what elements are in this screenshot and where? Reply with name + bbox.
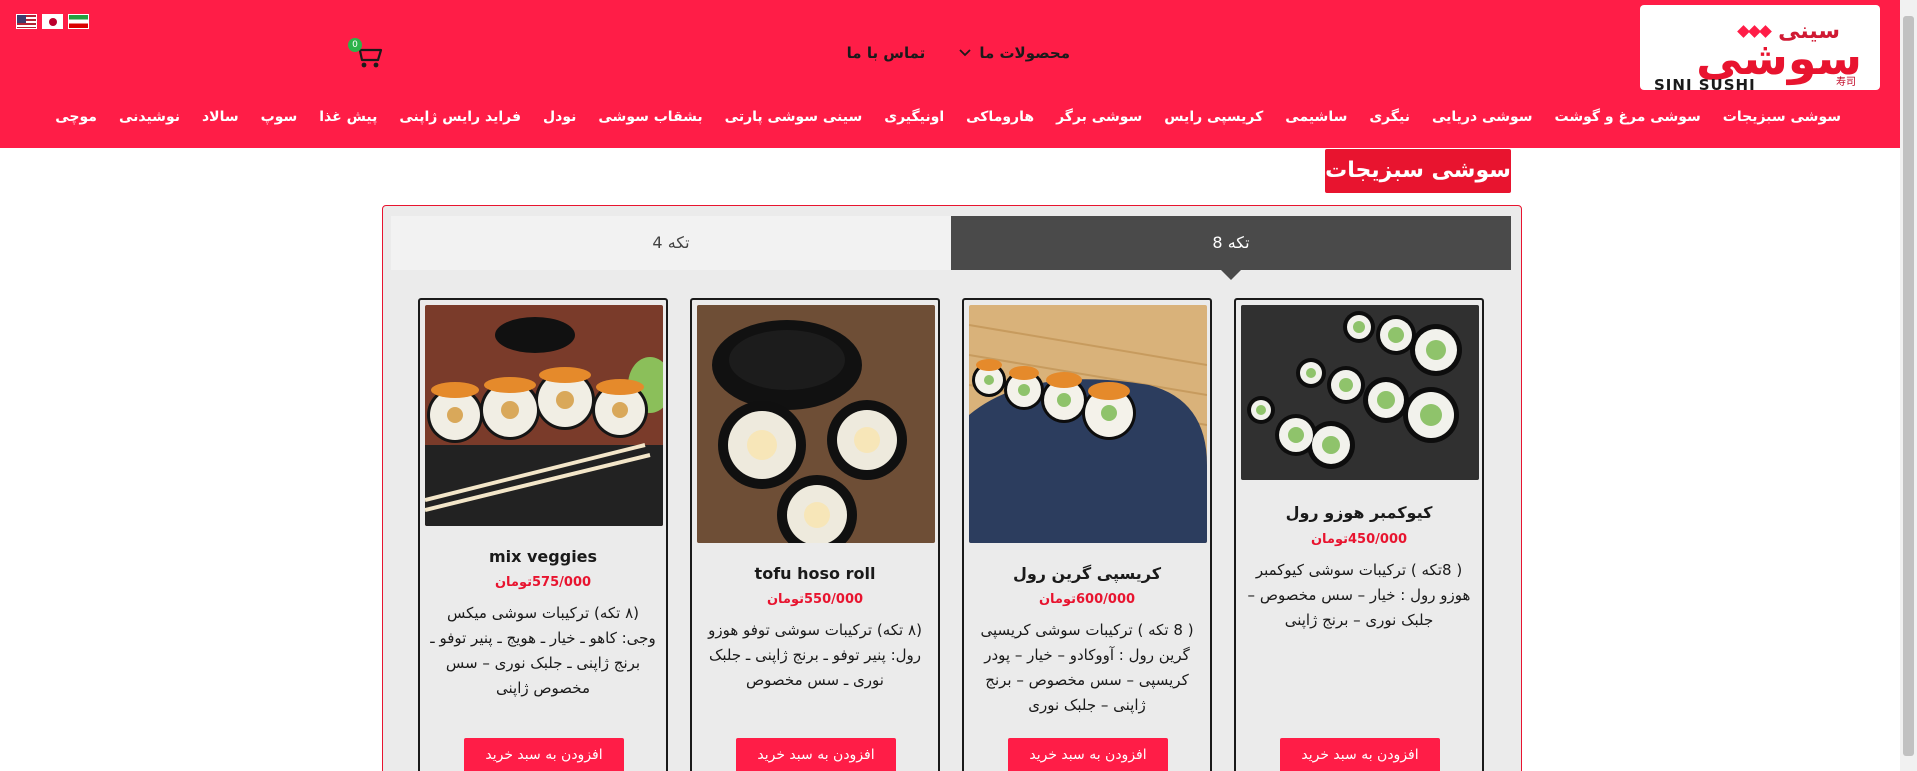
add-to-cart-button[interactable]: افزودن به سبد خرید — [736, 738, 896, 771]
nav-contact-label: تماس با ما — [846, 44, 926, 62]
products-panel: 4 تکه 8 تکه کیوکمبر هوزو رول 450/000توما… — [382, 205, 1522, 771]
category-link[interactable]: سوشی مرغ و گوشت — [1544, 109, 1712, 125]
product-name[interactable]: کیوکمبر هوزو رول — [1242, 503, 1476, 522]
category-link[interactable]: سوشی سبزیجات — [1712, 109, 1852, 125]
page-scrollbar[interactable] — [1900, 0, 1917, 771]
add-to-cart-button[interactable]: افزودن به سبد خرید — [1008, 738, 1168, 771]
category-link[interactable]: نودل — [532, 109, 587, 125]
iran-flag-icon[interactable] — [68, 14, 89, 29]
category-link[interactable]: نوشیدنی — [108, 109, 191, 125]
cart-button[interactable]: 0 — [348, 38, 384, 70]
product-description: (۸ تکه) ترکیبات سوشی توفو هوزو رول: پنیر… — [708, 621, 922, 689]
add-to-cart-button[interactable]: افزودن به سبد خرید — [464, 738, 624, 771]
product-card[interactable]: tofu hoso roll 550/000تومان (۸ تکه) ترکی… — [690, 298, 940, 771]
product-card[interactable]: کیوکمبر هوزو رول 450/000تومان ( 8تکه ) ت… — [1234, 298, 1484, 771]
category-link[interactable]: سوشی دریایی — [1421, 109, 1544, 125]
cart-count-badge: 0 — [348, 38, 362, 52]
product-price: 600/000تومان — [1038, 592, 1136, 607]
category-navigation: سوشی سبزیجات سوشی مرغ و گوشت سوشی دریایی… — [44, 109, 1852, 125]
add-to-cart-button[interactable]: افزودن به سبد خرید — [1280, 738, 1440, 771]
category-link[interactable]: سالاد — [191, 109, 250, 125]
category-link[interactable]: اونیگیری — [873, 109, 955, 125]
top-navigation: محصولات ما تماس با ما — [847, 44, 1070, 62]
site-header: 0 محصولات ما تماس با ما سینی سوشی SINI S… — [0, 0, 1900, 148]
japan-flag-icon[interactable] — [42, 14, 63, 29]
category-link[interactable]: کریسپی رایس — [1153, 109, 1274, 125]
product-image[interactable] — [969, 305, 1207, 543]
product-name[interactable]: tofu hoso roll — [698, 564, 932, 583]
logo-bottom-text: SINI SUSHI — [1654, 76, 1756, 90]
category-link[interactable]: پیش غذا — [308, 109, 388, 125]
product-name[interactable]: mix veggies — [426, 547, 660, 566]
product-description: ( 8 تکه ) ترکیبات سوشی کریسپی گرین رول :… — [980, 621, 1194, 714]
product-image[interactable] — [1241, 305, 1479, 480]
category-link[interactable]: فراید رایس ژاپنی — [388, 109, 532, 125]
category-link[interactable]: سوشی برگر — [1045, 109, 1153, 125]
product-price: 550/000تومان — [766, 592, 864, 607]
product-card[interactable]: mix veggies 575/000تومان (۸ تکه) ترکیبات… — [418, 298, 668, 771]
nav-products-label: محصولات ما — [979, 44, 1070, 62]
nav-contact-link[interactable]: تماس با ما — [847, 44, 926, 62]
category-link[interactable]: ساشیمی — [1274, 109, 1358, 125]
product-price: 450/000تومان — [1310, 532, 1408, 547]
category-link[interactable]: موچی — [44, 109, 108, 125]
section-title: سوشی سبزیجات — [1325, 149, 1511, 193]
product-image[interactable] — [425, 305, 663, 526]
scrollbar-thumb[interactable] — [1903, 16, 1914, 756]
product-description: ( 8تکه ) ترکیبات سوشی کیوکمبر هوزو رول :… — [1247, 561, 1471, 629]
chevron-down-icon — [959, 46, 971, 60]
page: 0 محصولات ما تماس با ما سینی سوشی SINI S… — [0, 0, 1917, 771]
tab-8-pieces[interactable]: 8 تکه — [951, 216, 1511, 280]
category-link[interactable]: نیگری — [1358, 109, 1421, 125]
site-logo[interactable]: سینی سوشی SINI SUSHI 寿司 — [1640, 5, 1880, 90]
category-link[interactable]: سینی سوشی پارتی — [714, 109, 874, 125]
tab-4-pieces[interactable]: 4 تکه — [391, 216, 951, 270]
product-price: 575/000تومان — [494, 575, 592, 590]
product-name[interactable]: کریسپی گرین رول — [970, 564, 1204, 583]
nav-products-menu[interactable]: محصولات ما — [959, 44, 1070, 62]
language-switcher — [16, 14, 89, 29]
product-card[interactable]: کریسپی گرین رول 600/000تومان ( 8 تکه ) ت… — [962, 298, 1212, 771]
category-link[interactable]: هاروماکی — [955, 109, 1045, 125]
us-flag-icon[interactable] — [16, 14, 37, 29]
product-description: (۸ تکه) ترکیبات سوشی میکس وجی: کاهو ـ خی… — [430, 604, 656, 697]
category-link[interactable]: بشقاب سوشی — [587, 109, 713, 125]
product-image[interactable] — [697, 305, 935, 543]
logo-kanji-text: 寿司 — [1836, 77, 1856, 88]
category-link[interactable]: سوپ — [250, 109, 309, 125]
